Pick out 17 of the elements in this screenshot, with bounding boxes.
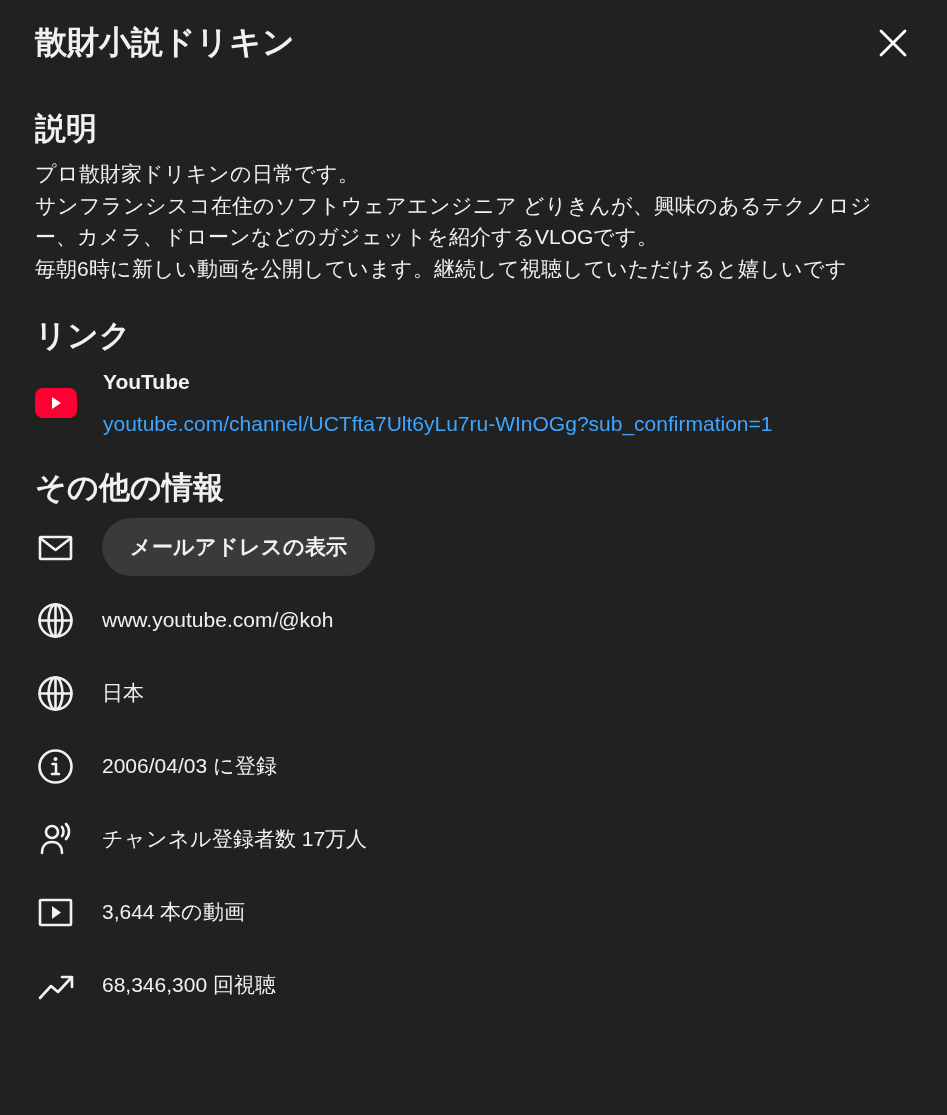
section-heading: リンク <box>35 317 132 355</box>
info-text: 68,346,300 回視聴 <box>102 972 276 999</box>
dialog-title: 散財小説ドリキン <box>35 23 295 62</box>
link-title: YouTube <box>103 369 191 396</box>
info-text: 2006/04/03 に登録 <box>102 753 277 780</box>
section-heading: その他の情報 <box>35 469 225 507</box>
info-text: チャンネル登録者数 17万人 <box>102 826 368 853</box>
description-text: サンフランシスコ在住のソフトウェアエンジニア どりきんが、興味のあるテクノロジー、カメラ、ドローンなどのガジェットを紹介するVLOGです。 <box>35 192 873 251</box>
info-text: 3,644 本の動画 <box>102 899 246 926</box>
description-text: プロ散財家ドリキンの日常です。 <box>35 160 360 187</box>
link-url[interactable]: youtube.com/channel/UCTfta7Ult6yLu7ru-WInOGg?sub_confirmation=1 <box>103 407 773 440</box>
description-text: 毎朝6時に新しい動画を公開しています。継続して視聴していただけると嬉しいです <box>35 256 848 283</box>
info-text: 日本 <box>102 680 144 707</box>
website-text: www.youtube.com/@koh <box>102 607 334 634</box>
play-logo-icon <box>35 387 77 418</box>
show-email-button[interactable]: メールアドレスの表示 <box>102 518 375 576</box>
section-heading: 説明 <box>35 110 98 148</box>
